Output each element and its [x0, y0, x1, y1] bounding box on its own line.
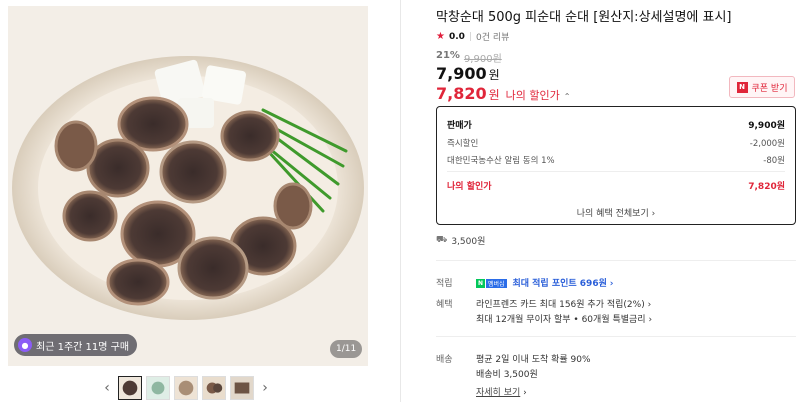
thumbnail-2[interactable]: [146, 376, 170, 400]
product-info: 막창순대 500g 피순대 순대 [원산지:상세설명에 표시] ★ 0.0 | …: [436, 0, 796, 402]
naver-membership-badge: N 멤버십: [476, 279, 507, 288]
thumbnail-3[interactable]: [174, 376, 198, 400]
product-page: ● 최근 1주간 11명 구매 1/11 ‹ › 막창순대 500g 피순대 순…: [0, 0, 800, 402]
rating-separator: |: [468, 31, 472, 42]
pb-alert-value: -80원: [763, 156, 785, 166]
benefit-installment-text: 최대 12개월 무이자 할부 • 60개월 특별금리: [476, 315, 646, 325]
recent-purchase-text: 최근 1주간 11명 구매: [36, 341, 130, 353]
pb-instant-label: 즉시할인: [447, 139, 479, 149]
column-divider: [400, 0, 401, 402]
naver-n-icon: N: [736, 81, 748, 93]
truck-icon: ⛟: [436, 235, 448, 245]
delivery-details-label: 자세히 보기: [476, 388, 521, 398]
sale-price: 7,900: [436, 64, 487, 83]
discount-percent: 21%: [436, 50, 460, 61]
product-gallery: ● 최근 1주간 11명 구매 1/11 ‹ ›: [0, 0, 400, 402]
main-product-image[interactable]: [8, 6, 368, 366]
delivery-details-link[interactable]: 자세히 보기 ›: [476, 385, 527, 398]
price-breakdown-box: 판매가 9,900원 즉시할인 -2,000원 대한민국농수산 알림 동의 1%…: [436, 106, 796, 225]
points-value[interactable]: N 멤버십 최대 적립 포인트 696원 ›: [476, 276, 613, 289]
pb-sale-value: 9,900원: [748, 121, 785, 131]
next-arrow-icon[interactable]: ›: [258, 376, 272, 400]
coupon-button-label: 쿠폰 받기: [751, 83, 788, 94]
pb-my-value: 7,820원: [748, 182, 785, 192]
coupon-button[interactable]: N 쿠폰 받기: [729, 76, 795, 98]
pb-alert-label: 대한민국농수산 알림 동의 1%: [447, 156, 555, 166]
section-divider: [436, 260, 796, 261]
naver-green-badge: N: [476, 279, 485, 288]
pb-instant-value: -2,000원: [749, 139, 785, 149]
my-price: 7,820: [436, 84, 487, 103]
purchase-icon: ●: [18, 338, 32, 352]
sale-price-row: 7,900 원: [436, 64, 500, 83]
pb-alert-row: 대한민국농수산 알림 동의 1% -80원: [447, 154, 785, 166]
my-price-label: 나의 할인가: [505, 89, 560, 102]
view-all-benefits-label: 나의 혜택 전체보기: [576, 209, 649, 219]
prev-arrow-icon[interactable]: ‹: [100, 376, 114, 400]
my-price-row[interactable]: 7,820 원 나의 할인가 ⌃: [436, 84, 570, 103]
thumbnail-1[interactable]: [118, 376, 142, 400]
points-text: 최대 적립 포인트 696원: [512, 279, 607, 289]
chevron-right-icon: ›: [651, 209, 656, 219]
recent-purchase-badge: ● 최근 1주간 11명 구매: [14, 334, 138, 356]
chevron-right-icon: ›: [647, 300, 652, 310]
chevron-up-icon[interactable]: ⌃: [564, 92, 571, 101]
benefit-card-text: 라인프렌즈 카드 최대 156원 추가 적립(2%): [476, 300, 645, 310]
pb-my-label: 나의 할인가: [447, 182, 492, 192]
sundae-plate-image: [8, 6, 368, 366]
rating-row: ★ 0.0 | 0건 리뷰: [436, 30, 509, 43]
review-count-link[interactable]: 0건 리뷰: [476, 30, 509, 43]
product-title: 막창순대 500g 피순대 순대 [원산지:상세설명에 표시]: [436, 10, 732, 25]
my-price-unit: 원: [488, 88, 500, 102]
chevron-right-icon: ›: [523, 388, 527, 398]
points-label: 적립: [436, 279, 453, 289]
image-page-counter: 1/11: [330, 340, 363, 358]
pb-sale-label: 판매가: [447, 121, 472, 131]
view-all-benefits-link[interactable]: 나의 혜택 전체보기 ›: [437, 206, 795, 219]
pb-instant-row: 즉시할인 -2,000원: [447, 137, 785, 149]
delivery-label: 배송: [436, 355, 453, 365]
pb-divider: [447, 171, 785, 172]
pb-sale-row: 판매가 9,900원: [447, 118, 785, 131]
rating-score: 0.0: [448, 31, 465, 42]
sale-price-unit: 원: [488, 68, 500, 82]
benefit-installment-line[interactable]: 최대 12개월 무이자 할부 • 60개월 특별금리 ›: [476, 312, 652, 325]
shipping-fee-summary: ⛟ 3,500원: [436, 234, 485, 247]
original-price: 9,900원: [463, 54, 502, 65]
thumbnail-4[interactable]: [202, 376, 226, 400]
thumbnail-5[interactable]: [230, 376, 254, 400]
chevron-right-icon: ›: [648, 315, 653, 325]
pb-my-price-row: 나의 할인가 7,820원: [447, 179, 785, 192]
chevron-right-icon: ›: [609, 279, 614, 289]
shipping-fee-summary-text: 3,500원: [451, 237, 486, 247]
naver-membership-tag: 멤버십: [486, 279, 507, 288]
benefit-card-line[interactable]: 라인프렌즈 카드 최대 156원 추가 적립(2%) ›: [476, 297, 651, 310]
section-divider: [436, 336, 796, 337]
delivery-fee: 배송비 3,500원: [476, 370, 538, 380]
original-price-row: 21% 9,900원: [436, 50, 502, 65]
delivery-eta: 평균 2일 이내 도착 확률 90%: [476, 355, 591, 365]
benefits-label: 혜택: [436, 300, 453, 310]
star-icon: ★: [436, 31, 445, 42]
thumbnail-strip: ‹ ›: [100, 376, 272, 400]
